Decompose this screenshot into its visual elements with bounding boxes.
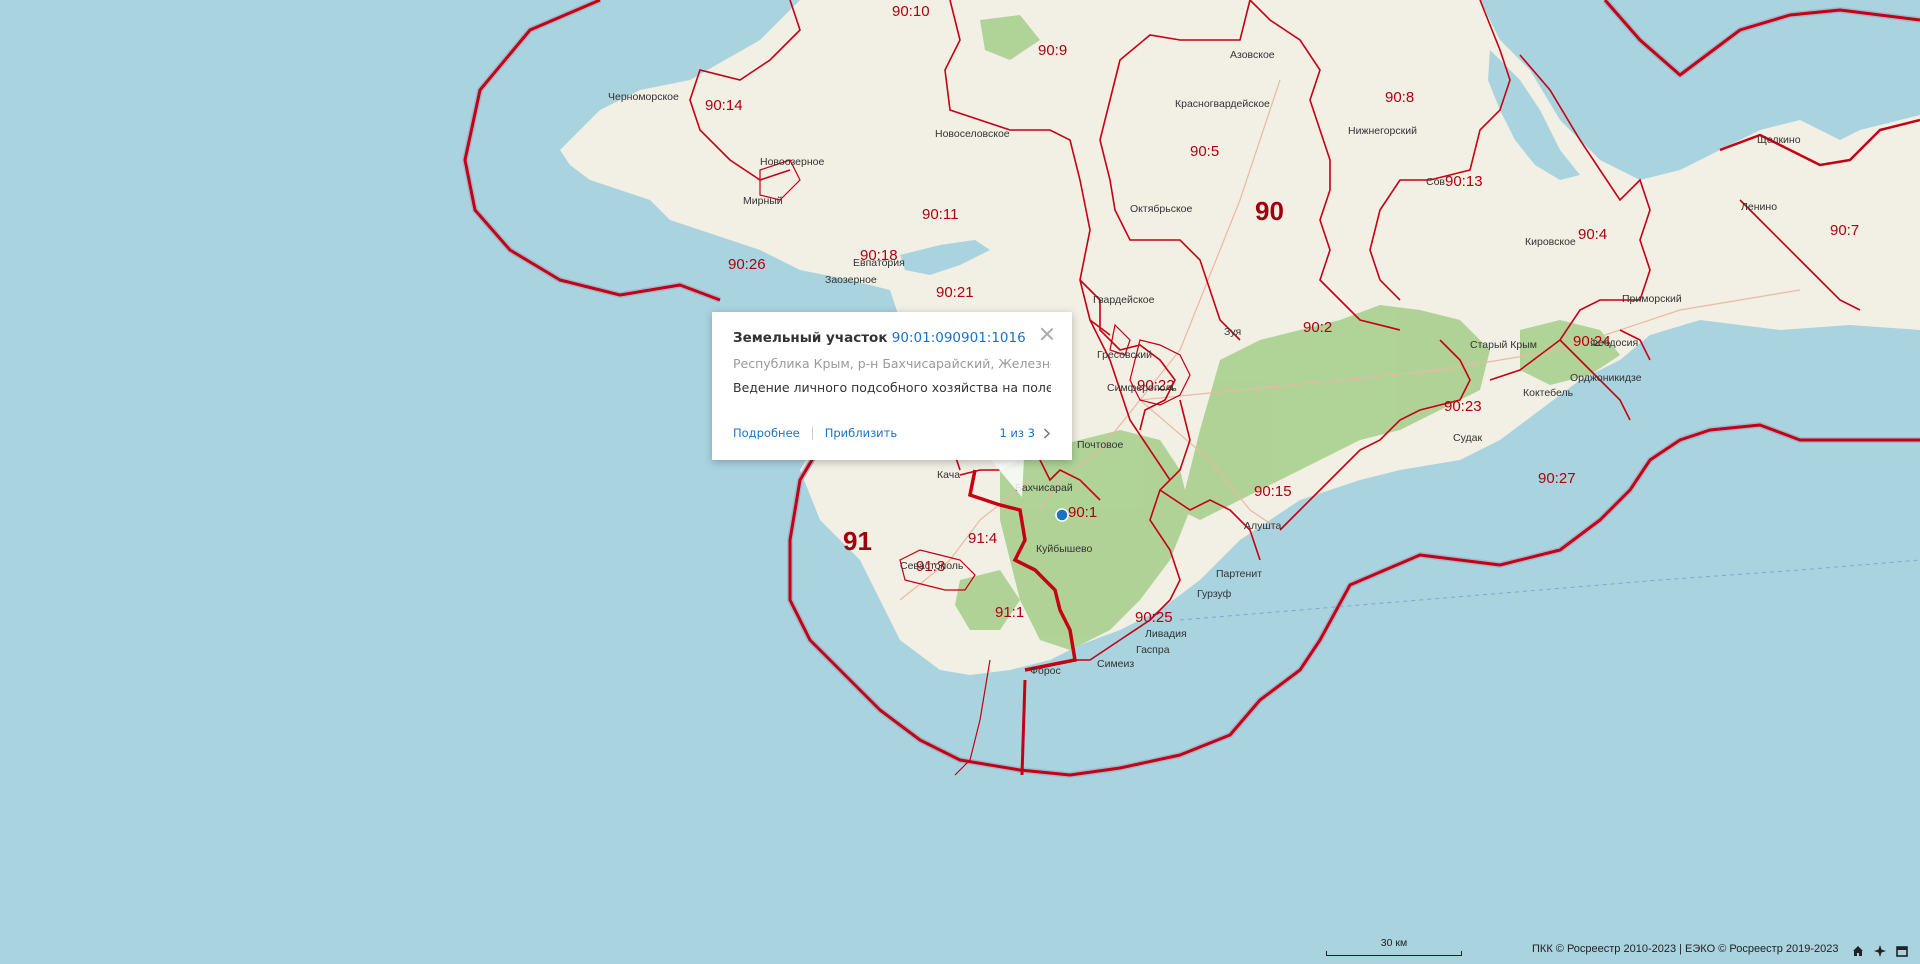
district-label[interactable]: 90:15 [1254, 483, 1292, 500]
copyright-text: ПКК © Росреестр 2010-2023 | ЕЭКО © Росре… [1532, 943, 1839, 955]
town-label: Кача [937, 469, 960, 481]
popup-address: Республика Крым, р-н Бахчисарайский, Жел… [733, 356, 1051, 371]
cadastral-number-link[interactable]: 90:01:090901:1016 [892, 330, 1026, 346]
action-divider [811, 426, 813, 440]
district-label[interactable]: 90:8 [1385, 89, 1414, 106]
district-label[interactable]: 90:21 [936, 284, 974, 301]
town-label: Судак [1453, 432, 1482, 444]
town-label: Севастополь [900, 560, 964, 572]
district-label[interactable]: 90:9 [1038, 42, 1067, 59]
town-label: Гурзуф [1197, 588, 1232, 600]
chevron-right-icon[interactable] [1043, 427, 1051, 439]
zone-label-90[interactable]: 90 [1255, 196, 1284, 226]
town-label: Приморский [1622, 293, 1682, 305]
town-label: Гвардейское [1093, 294, 1155, 306]
town-label: Симеиз [1097, 658, 1134, 670]
town-label: Сов [1426, 176, 1445, 188]
town-label: Азовское [1230, 49, 1275, 61]
town-label: Партенит [1216, 568, 1262, 580]
town-label: Новоселовское [935, 128, 1010, 140]
town-label: Феодосия [1590, 337, 1638, 349]
map-canvas[interactable]: 90 91 90:10 90:9 90:8 90:14 90:5 90:13 9… [0, 0, 1920, 964]
district-label[interactable]: 90:1 [1068, 504, 1097, 521]
fullscreen-icon[interactable] [1895, 944, 1909, 958]
town-label: Заозерное [825, 274, 877, 286]
district-label[interactable]: 90:7 [1830, 222, 1859, 239]
town-label: Симферополь [1107, 382, 1177, 394]
town-label: Гресовский [1097, 349, 1152, 361]
compass-icon[interactable] [1873, 944, 1887, 958]
district-label[interactable]: 90:25 [1135, 609, 1173, 626]
town-label: Ленино [1741, 201, 1777, 213]
home-icon[interactable] [1851, 944, 1865, 958]
district-label[interactable]: 90:27 [1538, 470, 1576, 487]
popup-title: Земельный участок 90:01:090901:1016 [733, 330, 1051, 346]
location-marker-icon[interactable] [1055, 508, 1069, 522]
district-label[interactable]: 90:2 [1303, 319, 1332, 336]
parcel-info-popup: Земельный участок 90:01:090901:1016 Респ… [712, 312, 1072, 460]
scale-line [1326, 951, 1462, 956]
district-label[interactable]: 91:1 [995, 604, 1024, 621]
town-label: Зуя [1224, 326, 1241, 338]
town-label: Красногвардейское [1175, 98, 1270, 110]
district-label[interactable]: 90:23 [1444, 398, 1482, 415]
result-pager[interactable]: 1 из 3 [999, 426, 1051, 440]
town-label: Кировское [1525, 236, 1576, 248]
district-label[interactable]: 91:4 [968, 530, 997, 547]
details-link[interactable]: Подробнее [733, 426, 800, 440]
district-label[interactable]: 90:11 [922, 206, 958, 223]
town-label: Старый Крым [1470, 339, 1537, 351]
popup-description: Ведение личного подсобного хозяйства на … [733, 380, 1051, 395]
town-label: Октябрьское [1130, 203, 1192, 215]
town-label: Почтовое [1077, 439, 1123, 451]
town-label: Коктебель [1523, 387, 1574, 399]
district-label[interactable]: 90:10 [892, 3, 930, 20]
town-label: Ливадия [1145, 628, 1187, 640]
town-label: Новоозерное [760, 156, 824, 168]
district-label[interactable]: 90:14 [705, 97, 743, 114]
pager-label: 1 из 3 [999, 426, 1035, 440]
town-label: Орджоникидзе [1570, 372, 1642, 384]
popup-actions: Подробнее Приблизить 1 из 3 [733, 426, 1051, 440]
scale-label: 30 км [1380, 937, 1408, 949]
town-label: Гаспра [1136, 644, 1170, 656]
town-label: Куйбышево [1036, 543, 1093, 555]
district-label[interactable]: 90:13 [1445, 173, 1483, 190]
popup-title-prefix: Земельный участок [733, 330, 888, 346]
town-label: Мирный [743, 195, 783, 207]
district-label[interactable]: 90:26 [728, 256, 766, 273]
town-label: Форос [1030, 665, 1061, 677]
district-label[interactable]: 90:4 [1578, 226, 1607, 243]
district-label[interactable]: 90:5 [1190, 143, 1219, 160]
town-label: Черноморское [608, 91, 679, 103]
town-label: Алушта [1244, 520, 1281, 532]
town-label: Щелкино [1757, 134, 1801, 146]
town-label: Евпатория [853, 257, 905, 269]
scale-bar: 30 км [1326, 937, 1462, 956]
close-icon[interactable] [1040, 327, 1054, 341]
town-label: Нижнегорский [1348, 125, 1417, 137]
zoom-to-link[interactable]: Приблизить [825, 426, 897, 440]
zone-label-91[interactable]: 91 [843, 526, 872, 556]
